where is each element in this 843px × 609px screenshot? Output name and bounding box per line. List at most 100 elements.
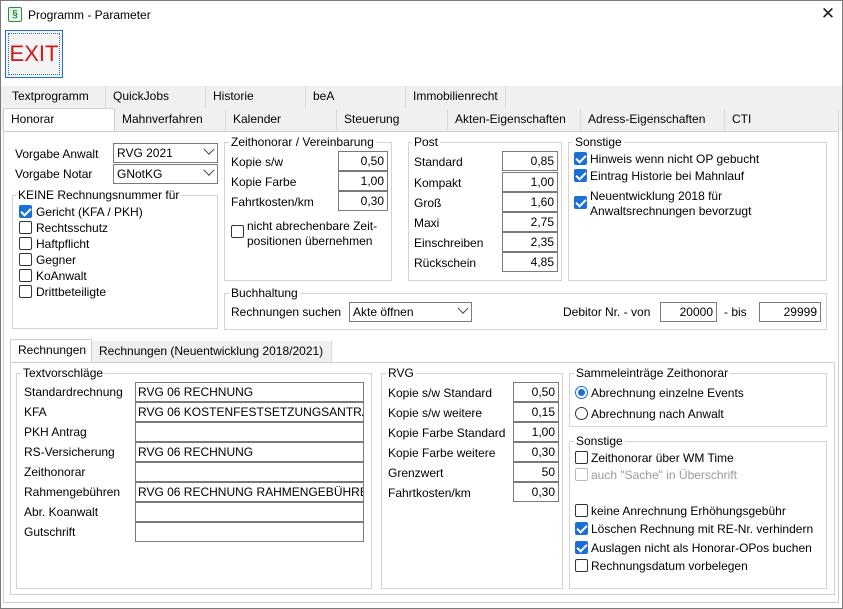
tv-koanwalt-label: Abr. Koanwalt (24, 505, 99, 519)
exit-button[interactable]: EXIT (5, 30, 63, 78)
rvg-title: RVG (386, 366, 416, 380)
zh-kopie-farbe-label: Kopie Farbe (231, 175, 297, 189)
subtab-rechnungen-neuentwicklung[interactable]: Rechnungen (Neuentwicklung 2018/2021) (92, 341, 332, 363)
loeschen-rechnung-label: Löschen Rechnung mit RE-Nr. verhindern (591, 522, 814, 536)
tab-honorar[interactable]: Honorar (3, 108, 115, 132)
vorgabe-anwalt-value: RVG 2021 (117, 146, 173, 160)
sonstige-top-title: Sonstige (573, 135, 624, 149)
rvg-kopie-farbe-std-label: Kopie Farbe Standard (388, 426, 506, 440)
zh-kopie-sw-input[interactable]: 0,50 (338, 151, 388, 171)
keine-anrechnung-checkbox[interactable] (575, 504, 588, 517)
nicht-abrechenbare-checkbox[interactable] (231, 225, 244, 238)
tab-textprogramm[interactable]: Textprogramm (5, 86, 106, 108)
vorgabe-anwalt-label: Vorgabe Anwalt (15, 147, 99, 161)
post-kompakt-input[interactable]: 1,00 (502, 172, 558, 192)
rvg-kopie-farbe-weitere-input[interactable]: 0,30 (513, 442, 559, 462)
sonstige-bottom-title: Sonstige (574, 434, 625, 448)
debitor-to-input[interactable]: 29999 (759, 302, 821, 322)
chevron-down-icon (203, 143, 215, 155)
gegner-checkbox[interactable] (19, 253, 32, 266)
eintrag-historie-checkbox[interactable] (574, 169, 587, 182)
neuentwicklung-checkbox[interactable] (574, 196, 587, 209)
einzelne-events-label: Abrechnung einzelne Events (591, 386, 744, 400)
zh-fahrtkosten-input[interactable]: 0,30 (338, 191, 388, 211)
rechnungsdatum-label: Rechnungsdatum vorbelegen (591, 559, 748, 573)
neuentwicklung-label-2: Anwaltsrechnungen bevorzugt (590, 204, 752, 218)
tv-kfa-input[interactable]: RVG 06 KOSTENFESTSETZUNGSANTRAG (135, 402, 364, 422)
rvg-kopie-sw-std-label: Kopie s/w Standard (388, 386, 493, 400)
tab-immobilienrecht[interactable]: Immobilienrecht (406, 86, 506, 108)
tv-pkh-input[interactable] (135, 422, 364, 442)
tv-standard-label: Standardrechnung (24, 385, 123, 399)
debitor-from-input[interactable]: 20000 (660, 302, 717, 322)
tv-rs-input[interactable]: RVG 06 RECHNUNG (135, 442, 364, 462)
post-gross-input[interactable]: 1,60 (502, 192, 558, 212)
koanwalt-checkbox[interactable] (19, 269, 32, 282)
debitor-bis-label: - bis (724, 305, 747, 319)
tab-adress-eigenschaften[interactable]: Adress-Eigenschaften (581, 109, 725, 131)
vorgabe-anwalt-select[interactable]: RVG 2021 (113, 143, 218, 163)
tab-bea[interactable]: beA (306, 86, 406, 108)
rvg-fahrtkosten-input[interactable]: 0,30 (513, 482, 559, 502)
tv-rs-label: RS-Versicherung (24, 445, 115, 459)
vorgabe-notar-select[interactable]: GNotKG (113, 164, 218, 184)
post-kompakt-label: Kompakt (414, 176, 462, 190)
post-title: Post (412, 135, 441, 149)
drittbeteiligte-checkbox[interactable] (19, 285, 32, 298)
haftpflicht-checkbox[interactable] (19, 237, 32, 250)
loeschen-rechnung-checkbox[interactable] (575, 522, 588, 535)
rvg-kopie-sw-std-input[interactable]: 0,50 (513, 382, 559, 402)
tab-akten-eigenschaften[interactable]: Akten-Eigenschaften (448, 109, 581, 131)
tab-steuerung[interactable]: Steuerung (337, 109, 448, 131)
rvg-kopie-sw-weitere-input[interactable]: 0,15 (513, 402, 559, 422)
tv-zeithonorar-input[interactable] (135, 462, 364, 482)
post-rueckschein-input[interactable]: 4,85 (502, 252, 558, 272)
chevron-down-icon (203, 164, 215, 176)
parameter-window: § Programm - Parameter ✕ EXIT Textprogra… (0, 0, 843, 609)
neuentwicklung-label-1: Neuentwicklung 2018 für (590, 189, 723, 203)
gericht-label: Gericht (KFA / PKH) (36, 205, 143, 219)
subtab-rechnungen[interactable]: Rechnungen (10, 339, 92, 363)
rvg-kopie-farbe-std-input[interactable]: 1,00 (513, 422, 559, 442)
haftpflicht-label: Haftpflicht (36, 237, 90, 251)
rechtsschutz-checkbox[interactable] (19, 221, 32, 234)
keine-anrechnung-label: keine Anrechnung Erhöhungsgebühr (591, 504, 786, 518)
tab-mahnverfahren[interactable]: Mahnverfahren (115, 109, 226, 131)
tv-standard-input[interactable]: RVG 06 RECHNUNG (135, 382, 364, 402)
chevron-down-icon (457, 302, 469, 314)
window-title: Programm - Parameter (28, 8, 151, 22)
close-icon[interactable]: ✕ (815, 3, 841, 27)
nicht-abrechenbare-label-1: nicht abrechenbare Zeit- (247, 219, 378, 233)
rechnungsdatum-checkbox[interactable] (575, 559, 588, 572)
auslagen-checkbox[interactable] (575, 541, 588, 554)
einzelne-events-radio[interactable] (575, 386, 588, 399)
post-maxi-label: Maxi (414, 216, 440, 230)
nach-anwalt-radio[interactable] (575, 407, 588, 420)
rvg-grenzwert-input[interactable]: 50 (513, 462, 559, 482)
hinweis-op-checkbox[interactable] (574, 152, 587, 165)
vorgabe-notar-value: GNotKG (117, 167, 163, 181)
rechnungen-suchen-select[interactable]: Akte öffnen (349, 302, 472, 322)
sache-ueberschrift-checkbox[interactable] (575, 468, 588, 481)
rvg-grenzwert-label: Grenzwert (388, 466, 444, 480)
tab-cti[interactable]: CTI (725, 109, 839, 131)
koanwalt-label: KoAnwalt (36, 269, 87, 283)
tab-kalender[interactable]: Kalender (226, 109, 337, 131)
gegner-label: Gegner (36, 253, 77, 267)
post-standard-input[interactable]: 0,85 (502, 151, 558, 171)
zh-kopie-farbe-input[interactable]: 1,00 (338, 171, 388, 191)
tab-historie[interactable]: Historie (206, 86, 306, 108)
post-einschreiben-input[interactable]: 2,35 (502, 232, 558, 252)
gericht-checkbox[interactable] (19, 205, 32, 218)
tv-gutschrift-input[interactable] (135, 522, 364, 542)
tv-zeithonorar-label: Zeithonorar (24, 465, 86, 479)
post-maxi-input[interactable]: 2,75 (502, 212, 558, 232)
tv-koanwalt-input[interactable] (135, 502, 364, 522)
title-bar: § Programm - Parameter ✕ (1, 1, 842, 29)
rvg-kopie-farbe-weitere-label: Kopie Farbe weitere (388, 446, 496, 460)
rvg-kopie-sw-weitere-label: Kopie s/w weitere (388, 406, 483, 420)
zeithonorar-wm-time-checkbox[interactable] (575, 451, 588, 464)
tv-rahmen-input[interactable]: RVG 06 RECHNUNG RAHMENGEBÜHREN (135, 482, 364, 502)
vorgabe-notar-label: Vorgabe Notar (15, 167, 93, 181)
tab-quickjobs[interactable]: QuickJobs (106, 86, 206, 108)
